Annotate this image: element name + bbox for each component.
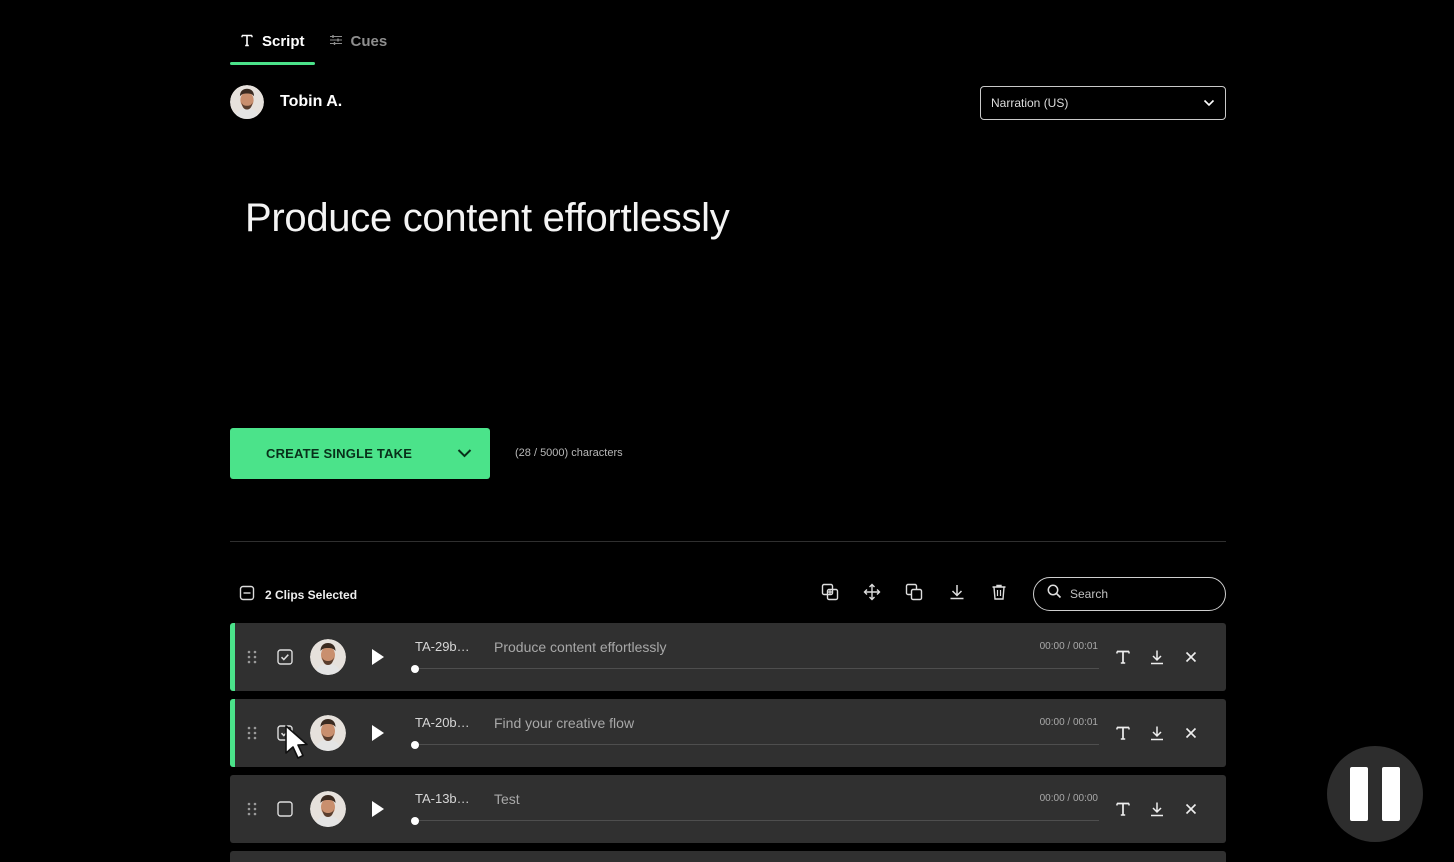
progress-track[interactable]	[415, 744, 1099, 745]
tab-bar: Script Cues	[230, 18, 397, 65]
clip-id: TA-20b…	[415, 715, 470, 730]
tab-cues-label: Cues	[350, 33, 388, 50]
delete-clips-button[interactable]	[987, 583, 1011, 605]
clip-text: Find your creative flow	[494, 715, 635, 731]
progress-knob[interactable]	[411, 817, 419, 825]
clip-row[interactable]: TA-13b… Test 00:00 / 00:00	[230, 775, 1226, 843]
tab-script[interactable]: Script	[230, 18, 315, 65]
clip-checkbox[interactable]	[277, 801, 293, 817]
move-clips-button[interactable]	[860, 583, 884, 605]
clip-row[interactable]	[230, 851, 1226, 862]
progress-track[interactable]	[415, 820, 1099, 821]
avatar	[230, 85, 264, 119]
drag-handle-icon[interactable]	[246, 649, 258, 665]
clip-time: 00:00 / 00:01	[1039, 717, 1098, 728]
drag-handle-icon[interactable]	[246, 725, 258, 741]
clip-row[interactable]: TA-29b… Produce content effortlessly 00:…	[230, 623, 1226, 691]
clip-time: 00:00 / 00:01	[1039, 641, 1098, 652]
avatar	[310, 791, 346, 827]
clip-text: Produce content effortlessly	[494, 639, 667, 655]
clip-checkbox[interactable]	[277, 725, 293, 741]
character-count: (28 / 5000) characters	[515, 447, 623, 459]
download-icon[interactable]	[1146, 722, 1168, 744]
text-icon[interactable]	[1112, 798, 1134, 820]
selection-label: 2 Clips Selected	[265, 587, 358, 602]
search-box[interactable]	[1033, 577, 1226, 611]
speaker-header: Tobin A.	[230, 85, 342, 119]
voice-style-select[interactable]: Narration (US)	[980, 86, 1226, 120]
play-icon[interactable]	[370, 723, 386, 743]
speaker-name: Tobin A.	[280, 93, 343, 110]
avatar	[310, 715, 346, 751]
search-icon	[1047, 584, 1062, 604]
clip-text: Test	[494, 791, 520, 807]
close-icon[interactable]	[1180, 722, 1202, 744]
divider	[230, 541, 1226, 542]
create-single-take-label: CREATE SINGLE TAKE	[266, 446, 413, 461]
move-icon	[863, 583, 881, 606]
progress-knob[interactable]	[411, 665, 419, 673]
download-icon[interactable]	[1146, 646, 1168, 668]
duplicate-icon	[905, 583, 923, 606]
text-icon	[240, 33, 254, 51]
clip-id: TA-29b…	[415, 639, 470, 654]
clip-row[interactable]: TA-20b… Find your creative flow 00:00 / …	[230, 699, 1226, 767]
chevron-down-icon[interactable]	[457, 446, 472, 461]
sliders-icon	[329, 33, 343, 51]
pause-button[interactable]	[1327, 746, 1423, 842]
close-icon[interactable]	[1180, 646, 1202, 668]
trash-icon	[990, 583, 1008, 606]
duplicate-clips-button[interactable]	[902, 583, 926, 605]
deselect-all-icon[interactable]	[239, 585, 255, 604]
close-icon[interactable]	[1180, 798, 1202, 820]
play-icon[interactable]	[370, 799, 386, 819]
pause-icon	[1350, 767, 1368, 821]
avatar	[310, 639, 346, 675]
tab-script-label: Script	[262, 33, 305, 50]
tab-cues[interactable]: Cues	[319, 18, 398, 65]
progress-track[interactable]	[415, 668, 1099, 669]
script-text[interactable]: Produce content effortlessly	[245, 196, 730, 241]
create-single-take-button[interactable]: CREATE SINGLE TAKE	[230, 428, 490, 479]
chevron-down-icon	[1203, 96, 1215, 110]
download-clips-button[interactable]	[945, 583, 969, 605]
merge-icon	[821, 583, 839, 606]
clip-id: TA-13b…	[415, 791, 470, 806]
text-icon[interactable]	[1112, 646, 1134, 668]
search-input[interactable]	[1070, 587, 1210, 601]
progress-knob[interactable]	[411, 741, 419, 749]
clip-checkbox[interactable]	[277, 649, 293, 665]
download-icon	[948, 583, 966, 606]
clip-time: 00:00 / 00:00	[1039, 793, 1098, 804]
play-icon[interactable]	[370, 647, 386, 667]
merge-clips-button[interactable]	[818, 583, 842, 605]
selection-info: 2 Clips Selected	[239, 585, 357, 604]
drag-handle-icon[interactable]	[246, 801, 258, 817]
download-icon[interactable]	[1146, 798, 1168, 820]
text-icon[interactable]	[1112, 722, 1134, 744]
voice-style-value: Narration (US)	[991, 96, 1069, 110]
